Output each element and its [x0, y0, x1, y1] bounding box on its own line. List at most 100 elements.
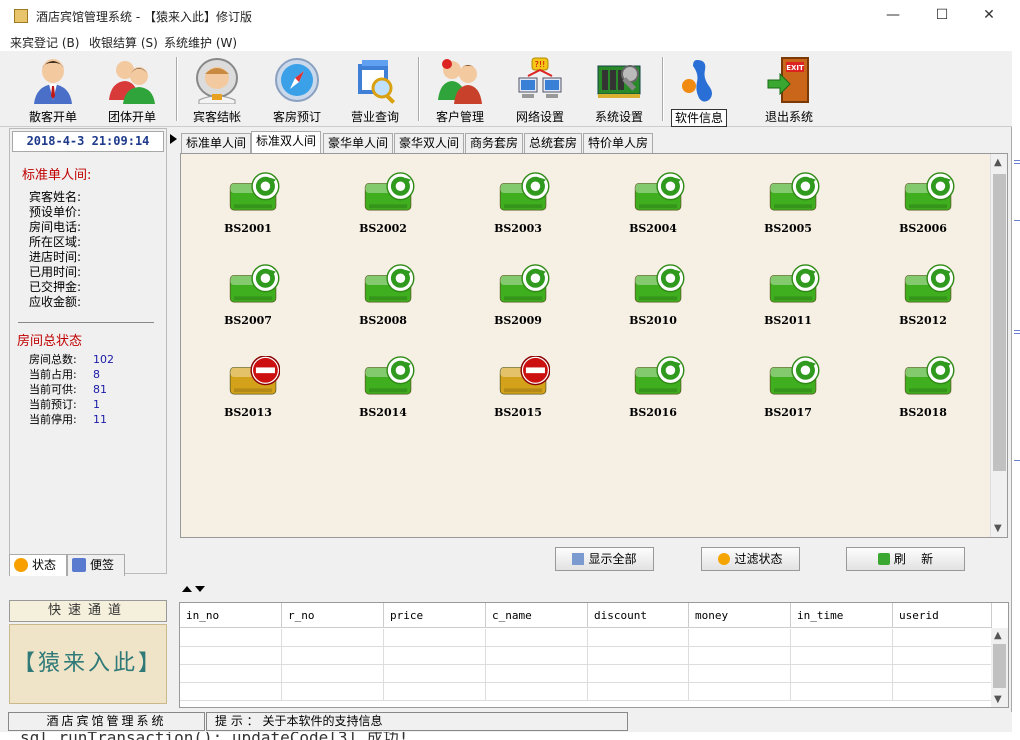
- table-row[interactable]: [180, 629, 992, 647]
- menu-guest-register[interactable]: 来宾登记 (B): [10, 34, 79, 51]
- room-bs2011[interactable]: BS2011: [743, 252, 833, 332]
- table-cell[interactable]: [384, 683, 486, 701]
- scroll-up-icon[interactable]: ▲: [994, 630, 1002, 641]
- table-cell[interactable]: [893, 683, 992, 701]
- table-cell[interactable]: [588, 647, 689, 665]
- room-bs2003[interactable]: BS2003: [473, 160, 563, 240]
- column-header-money[interactable]: money: [689, 603, 791, 628]
- toolbar-group-button[interactable]: 团体开单: [97, 54, 167, 126]
- table-cell[interactable]: [893, 629, 992, 647]
- table-cell[interactable]: [588, 665, 689, 683]
- table-scrollbar[interactable]: ▲ ▼: [991, 628, 1008, 707]
- toolbar-business-query-button[interactable]: 营业查询: [340, 54, 410, 126]
- toolbar-customer-button[interactable]: 客户管理: [425, 54, 495, 126]
- room-bs2008[interactable]: BS2008: [338, 252, 428, 332]
- table-cell[interactable]: [689, 629, 791, 647]
- room-bs2016[interactable]: BS2016: [608, 344, 698, 424]
- scroll-down-icon[interactable]: ▼: [994, 694, 1002, 705]
- column-header-in-no[interactable]: in_no: [180, 603, 282, 628]
- table-cell[interactable]: [689, 665, 791, 683]
- table-cell[interactable]: [791, 629, 893, 647]
- splitter[interactable]: [178, 578, 1012, 598]
- table-cell[interactable]: [486, 683, 588, 701]
- table-cell[interactable]: [588, 629, 689, 647]
- tab-standard-double[interactable]: 标准双人间: [251, 131, 322, 153]
- scroll-down-icon[interactable]: ▼: [994, 523, 1002, 534]
- table-cell[interactable]: [893, 665, 992, 683]
- show-all-button[interactable]: 显示全部: [555, 547, 654, 571]
- close-button[interactable]: ✕: [966, 0, 1012, 31]
- toolbar-network-button[interactable]: ?!! 网络设置: [505, 54, 575, 126]
- room-bs2004[interactable]: BS2004: [608, 160, 698, 240]
- table-cell[interactable]: [282, 665, 384, 683]
- room-bs2017[interactable]: BS2017: [743, 344, 833, 424]
- scroll-thumb[interactable]: [993, 174, 1006, 471]
- toolbar-system-settings-button[interactable]: 系统设置: [584, 54, 654, 126]
- tab-notes[interactable]: 便签: [67, 554, 125, 576]
- room-bs2018[interactable]: BS2018: [878, 344, 968, 424]
- table-cell[interactable]: [384, 629, 486, 647]
- minimize-button[interactable]: —: [870, 0, 916, 31]
- table-row[interactable]: [180, 647, 992, 665]
- toolbar-exit-button[interactable]: EXIT 退出系统: [754, 54, 824, 126]
- table-cell[interactable]: [180, 629, 282, 647]
- tab-deluxe-single[interactable]: 豪华单人间: [323, 133, 394, 153]
- column-header-in-time[interactable]: in_time: [791, 603, 893, 628]
- table-cell[interactable]: [180, 683, 282, 701]
- tab-status[interactable]: 状态: [9, 554, 67, 576]
- collapse-up-icon[interactable]: [182, 586, 192, 592]
- table-cell[interactable]: [791, 665, 893, 683]
- menu-system[interactable]: 系统维护 (W): [164, 34, 237, 51]
- table-cell[interactable]: [791, 683, 893, 701]
- table-cell[interactable]: [282, 629, 384, 647]
- room-grid-scrollbar[interactable]: ▲ ▼: [990, 154, 1007, 537]
- filter-status-button[interactable]: 过滤状态: [701, 547, 800, 571]
- room-bs2001[interactable]: BS2001: [203, 160, 293, 240]
- column-header-userid[interactable]: userid: [893, 603, 992, 628]
- scroll-thumb[interactable]: [993, 644, 1006, 688]
- toolbar-software-info-button[interactable]: 软件信息: [667, 54, 737, 127]
- table-cell[interactable]: [689, 647, 791, 665]
- room-bs2010[interactable]: BS2010: [608, 252, 698, 332]
- table-cell[interactable]: [791, 647, 893, 665]
- table-cell[interactable]: [180, 647, 282, 665]
- table-cell[interactable]: [893, 647, 992, 665]
- table-cell[interactable]: [588, 683, 689, 701]
- column-header-discount[interactable]: discount: [588, 603, 689, 628]
- tab-scroll-arrow-icon[interactable]: [170, 134, 177, 144]
- table-cell[interactable]: [486, 629, 588, 647]
- menu-cashier[interactable]: 收银结算 (S): [89, 34, 158, 51]
- room-bs2013[interactable]: BS2013: [203, 344, 293, 424]
- toolbar-reservation-button[interactable]: 客房预订: [262, 54, 332, 126]
- table-cell[interactable]: [282, 647, 384, 665]
- refresh-button[interactable]: 刷 新: [846, 547, 965, 571]
- table-row[interactable]: [180, 665, 992, 683]
- tab-business-suite[interactable]: 商务套房: [465, 133, 524, 153]
- room-bs2006[interactable]: BS2006: [878, 160, 968, 240]
- tab-deluxe-double[interactable]: 豪华双人间: [394, 133, 465, 153]
- scroll-up-icon[interactable]: ▲: [994, 157, 1002, 168]
- table-row[interactable]: [180, 683, 992, 701]
- column-header-price[interactable]: price: [384, 603, 486, 628]
- tab-presidential-suite[interactable]: 总统套房: [524, 133, 583, 153]
- table-cell[interactable]: [180, 665, 282, 683]
- column-header-r-no[interactable]: r_no: [282, 603, 384, 628]
- table-cell[interactable]: [384, 665, 486, 683]
- table-cell[interactable]: [689, 683, 791, 701]
- table-cell[interactable]: [486, 647, 588, 665]
- table-cell[interactable]: [486, 665, 588, 683]
- room-bs2009[interactable]: BS2009: [473, 252, 563, 332]
- room-bs2015[interactable]: BS2015: [473, 344, 563, 424]
- room-bs2012[interactable]: BS2012: [878, 252, 968, 332]
- collapse-down-icon[interactable]: [195, 586, 205, 592]
- room-bs2007[interactable]: BS2007: [203, 252, 293, 332]
- tab-special-single[interactable]: 特价单人房: [583, 133, 654, 153]
- column-header-c-name[interactable]: c_name: [486, 603, 588, 628]
- tab-standard-single[interactable]: 标准单人间: [181, 133, 252, 153]
- toolbar-walkin-button[interactable]: 散客开单: [18, 54, 88, 126]
- room-bs2005[interactable]: BS2005: [743, 160, 833, 240]
- table-cell[interactable]: [282, 683, 384, 701]
- room-bs2002[interactable]: BS2002: [338, 160, 428, 240]
- toolbar-checkout-button[interactable]: 宾客结帐: [182, 54, 252, 126]
- room-bs2014[interactable]: BS2014: [338, 344, 428, 424]
